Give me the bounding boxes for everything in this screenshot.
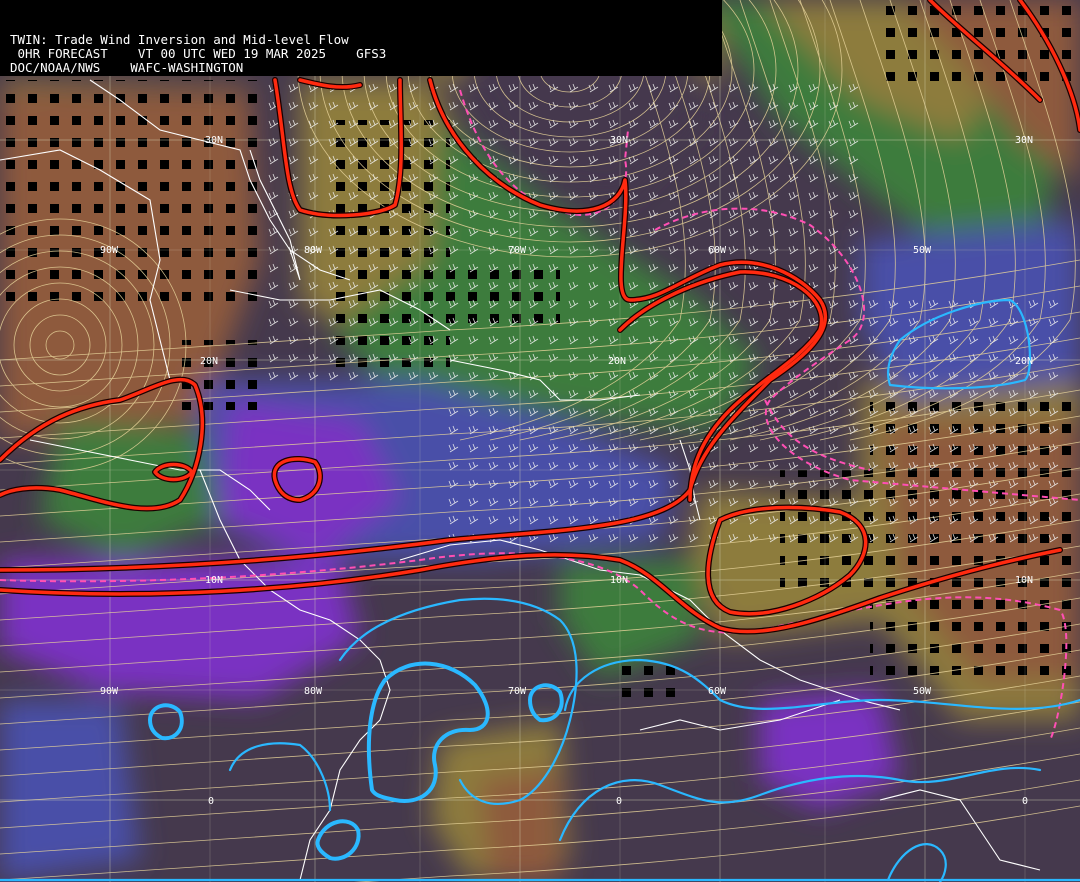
lon-label-80w-south: 80W <box>304 686 323 697</box>
weather-map: 30N 30N 30N 20N 20N 20N 10N 10N 10N 90W … <box>0 0 1080 882</box>
lon-label-60w: 60W <box>708 245 727 256</box>
equator-label-3: 0 <box>1022 796 1028 807</box>
lon-label-90w-south: 90W <box>100 686 119 697</box>
moisture-field <box>0 0 1080 882</box>
lon-label-60w-south: 60W <box>708 686 727 697</box>
product-title: TWIN: Trade Wind Inversion and Mid-level… <box>10 32 349 47</box>
equator-label-1: 0 <box>208 796 214 807</box>
equator-label-2: 0 <box>616 796 622 807</box>
lat-label-10n-east: 10N <box>1015 575 1033 586</box>
issuing-agency: DOC/NOAA/NWS WAFC-WASHINGTON <box>10 60 244 75</box>
lon-label-70w: 70W <box>508 245 527 256</box>
lat-label-20n-east: 20N <box>1015 356 1033 367</box>
lon-label-70w-south: 70W <box>508 686 527 697</box>
lon-label-80w: 80W <box>304 245 323 256</box>
title-box: TWIN: Trade Wind Inversion and Mid-level… <box>0 0 722 76</box>
lon-label-50w-south: 50W <box>913 686 932 697</box>
forecast-valid-time: 0HR FORECAST VT 00 UTC WED 19 MAR 2025 G… <box>10 46 387 61</box>
lat-label-30n-west: 30N <box>205 135 223 146</box>
lat-label-10n: 10N <box>610 575 628 586</box>
lat-label-20n-west: 20N <box>200 356 218 367</box>
lon-label-50w: 50W <box>913 245 932 256</box>
lat-label-20n: 20N <box>608 356 626 367</box>
lat-label-30n-east: 30N <box>1015 135 1033 146</box>
lat-label-30n: 30N <box>610 135 628 146</box>
lat-label-10n-west: 10N <box>205 575 223 586</box>
lon-label-90w: 90W <box>100 245 119 256</box>
